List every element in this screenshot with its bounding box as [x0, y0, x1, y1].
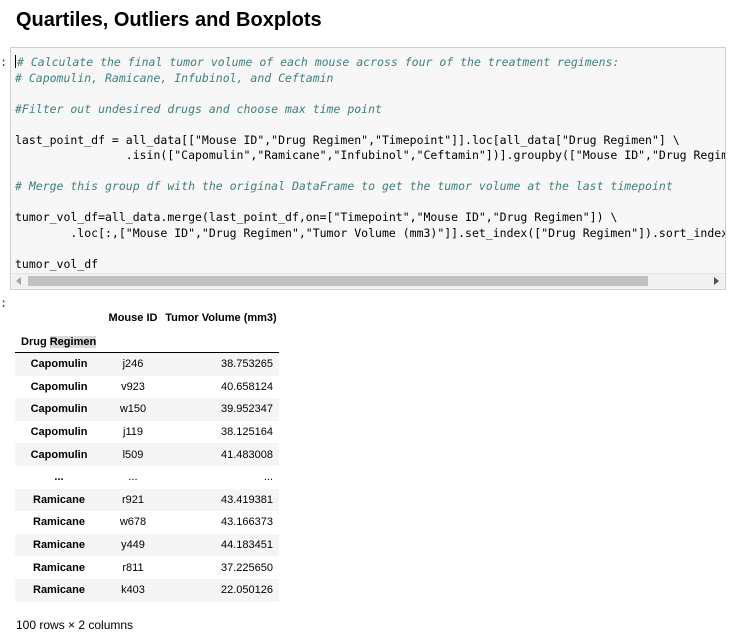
cell-tumor-volume: 37.225650 [221, 561, 273, 574]
index-name-regimen-highlight: Regimen [49, 335, 97, 348]
code-line: # Merge this group df with the original … [15, 179, 673, 193]
cell-tumor-volume: 43.419381 [221, 493, 273, 506]
row-index-regimen: Capomulin [30, 448, 88, 461]
output-prompt: : [0, 296, 8, 310]
table-row: Capomulin l509 41.483008 [15, 443, 279, 466]
scrollbar-thumb[interactable] [28, 276, 648, 286]
dataframe-table: Mouse ID Tumor Volume (mm3) Drug Regimen… [15, 305, 279, 602]
text-cursor [15, 55, 16, 68]
table-row: Capomulin w150 39.952347 [15, 398, 279, 421]
cell-tumor-volume: 44.183451 [221, 539, 273, 552]
code-line: #Filter out undesired drugs and choose m… [15, 101, 382, 116]
table-row: Ramicane y449 44.183451 [15, 533, 279, 557]
cell-mouse-id: w150 [119, 403, 147, 416]
cell-mouse-id: ... [128, 471, 138, 484]
table-row: Capomulin v923 40.658124 [15, 376, 279, 399]
cell-tumor-volume: 39.952347 [221, 403, 273, 416]
index-header-blank [15, 305, 103, 331]
cell-mouse-id: j246 [122, 358, 144, 371]
code-line: # Capomulin, Ramicane, Infubinol, and Ce… [15, 70, 334, 85]
code-line: tumor_vol_df [15, 256, 99, 271]
cell-tumor-volume: ... [263, 471, 273, 484]
code-line: .isin(["Capomulin","Ramicane","Infubinol… [15, 148, 726, 162]
cell-mouse-id: r921 [121, 493, 145, 506]
cell-tumor-volume: 43.166373 [221, 516, 273, 529]
column-header-row: Mouse ID Tumor Volume (mm3) [15, 305, 279, 331]
cell-tumor-volume: 22.050126 [221, 584, 273, 597]
row-index-regimen: Capomulin [30, 426, 88, 439]
table-row: Ramicane w678 43.166373 [15, 511, 279, 534]
row-count: 100 rows × 2 columns [16, 618, 134, 632]
cell-mouse-id: v923 [121, 380, 145, 393]
row-index-regimen: Ramicane [33, 584, 85, 597]
cell-mouse-id: j119 [123, 426, 143, 439]
horizontal-scrollbar[interactable] [12, 273, 724, 288]
cell-tumor-volume: 38.753265 [221, 358, 273, 371]
code-editor[interactable]: # Calculate the final tumor volume of ea… [15, 55, 726, 272]
cell-mouse-id: k403 [121, 584, 145, 597]
cell-tumor-volume: 38.125164 [221, 426, 273, 439]
cell-mouse-id: r811 [122, 561, 144, 574]
row-index-regimen: Ramicane [33, 516, 85, 529]
code-line: tumor_vol_df=all_data.merge(last_point_d… [15, 210, 618, 224]
table-row: Capomulin j119 38.125164 [15, 421, 279, 444]
cell-tumor-volume: 40.658124 [221, 380, 273, 393]
scroll-left-arrow-icon[interactable] [16, 277, 21, 285]
code-line: .loc[:,["Mouse ID","Drug Regimen","Tumor… [15, 225, 726, 240]
code-line: last_point_df = all_data[["Mouse ID","Dr… [15, 132, 680, 147]
cell-tumor-volume: 41.483008 [221, 448, 273, 461]
table-row: Ramicane r921 43.419381 [15, 488, 279, 512]
row-index-regimen: Ramicane [33, 493, 85, 506]
input-prompt: : [0, 55, 8, 69]
index-name-drug: Drug [21, 335, 50, 348]
cell-mouse-id: y449 [121, 539, 145, 552]
cell-mouse-id: w678 [119, 516, 147, 529]
index-name: Drug Regimen [15, 331, 103, 353]
column-header-tumor-volume: Tumor Volume (mm3) [165, 312, 277, 324]
section-heading: Quartiles, Outliers and Boxplots [16, 9, 322, 31]
row-index-regimen: Capomulin [30, 403, 88, 416]
row-index-regimen: Capomulin [30, 358, 88, 371]
index-name-row: Drug Regimen [15, 331, 279, 353]
scroll-right-arrow-icon[interactable] [714, 277, 719, 285]
row-index-regimen: Ramicane [33, 561, 85, 574]
cell-mouse-id: l509 [122, 448, 144, 461]
table-row: Capomulin j246 38.753265 [15, 352, 279, 376]
row-index-regimen: Capomulin [30, 380, 88, 393]
table-row: Ramicane r811 37.225650 [15, 556, 279, 579]
table-row: ......... [15, 466, 279, 489]
table-row: Ramicane k403 22.050126 [15, 578, 279, 602]
code-line: # Calculate the final tumor volume of ea… [15, 55, 620, 69]
row-index-regimen: ... [54, 471, 64, 484]
row-index-regimen: Ramicane [33, 539, 85, 552]
column-header-mouse-id: Mouse ID [108, 312, 158, 324]
code-cell[interactable]: # Calculate the final tumor volume of ea… [10, 47, 726, 290]
